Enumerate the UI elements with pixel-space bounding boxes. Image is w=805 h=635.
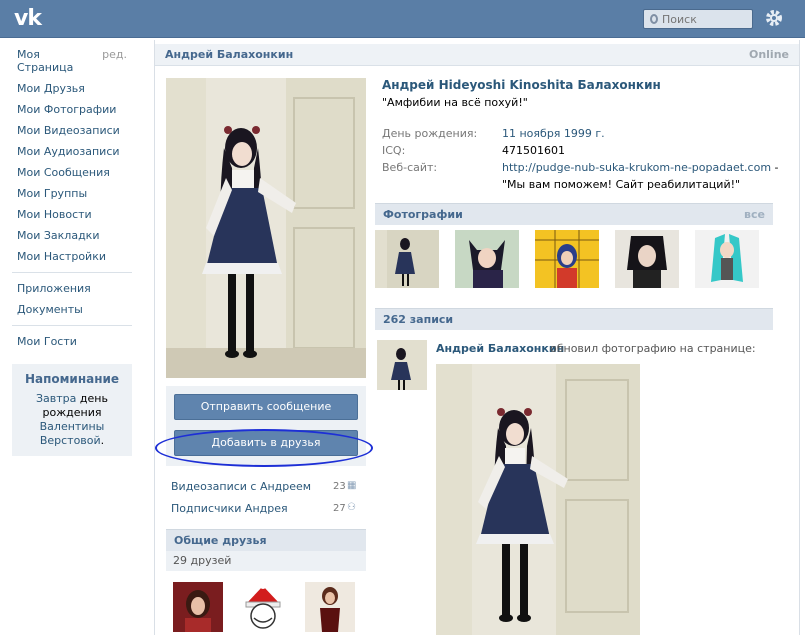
top-bar: vk xyxy=(0,0,805,38)
sidebar-divider xyxy=(12,272,132,273)
info-label: Веб-сайт: xyxy=(382,161,438,174)
sidebar-item-news[interactable]: Мои Новости xyxy=(12,204,132,225)
profile-info: День рождения: 11 ноября 1999 г. ICQ: 47… xyxy=(382,126,782,194)
info-row-site: Веб-сайт: http://pudge-nub-suka-krukom-n… xyxy=(382,160,782,176)
wall-header[interactable]: 262 записи xyxy=(375,308,773,330)
site-value: http://pudge-nub-suka-krukom-ne-popadaet… xyxy=(502,160,779,176)
sidebar-item-audio[interactable]: Мои Аудиозаписи xyxy=(12,141,132,162)
search-box[interactable] xyxy=(643,9,753,29)
post-author-avatar[interactable] xyxy=(377,340,427,390)
post-photo[interactable] xyxy=(436,364,640,635)
info-row-site-quote: "Мы вам поможем! Сайт реабилитаций!" xyxy=(382,177,782,193)
reminder-tomorrow-link[interactable]: Завтра xyxy=(36,392,76,405)
friend-photo[interactable] xyxy=(305,582,355,632)
users-icon: ⚇ xyxy=(347,502,356,513)
site-link[interactable]: http://pudge-nub-suka-krukom-ne-popadaet… xyxy=(502,161,771,174)
friend-photo[interactable] xyxy=(173,582,223,632)
photos-strip xyxy=(375,230,775,288)
site-quote: "Мы вам поможем! Сайт реабилитаций!" xyxy=(502,178,741,191)
gear-icon[interactable] xyxy=(764,8,784,28)
photos-all-link[interactable]: все xyxy=(744,208,765,221)
mutual-friends-header[interactable]: Общие друзья xyxy=(166,529,366,551)
site-dash: - xyxy=(774,161,779,174)
post-author-link[interactable]: Андрей Балахонкин xyxy=(436,342,564,355)
reminder-box: Напоминание Завтра день рождения Валенти… xyxy=(12,364,132,456)
search-icon xyxy=(650,14,658,24)
sidebar-item-guests[interactable]: Мои Гости xyxy=(12,331,132,352)
edit-link[interactable]: ред. xyxy=(97,44,132,78)
friends-count[interactable]: 29 друзей xyxy=(166,551,366,571)
profile-full-name: Андрей Hideyoshi Kinoshita Балахонкин xyxy=(382,78,661,92)
sidebar-item-messages[interactable]: Мои Сообщения xyxy=(12,162,132,183)
profile-header-name: Андрей Балахонкин xyxy=(165,48,294,61)
profile-photo[interactable] xyxy=(166,78,366,378)
sidebar-item-label[interactable]: Моя Страница xyxy=(12,44,97,78)
sidebar-item-docs[interactable]: Документы xyxy=(12,299,132,320)
photos-header[interactable]: Фотографии все xyxy=(375,203,773,225)
subscribers-count: 27 xyxy=(333,503,346,514)
profile-page: Андрей Балахонкин Online Отправить сообщ… xyxy=(154,40,800,635)
wall-count: 262 записи xyxy=(383,313,454,326)
videos-with-link[interactable]: Видеозаписи с Андреем xyxy=(171,480,311,493)
sidebar-item-photos[interactable]: Мои Фотографии xyxy=(12,99,132,120)
birthday-link[interactable]: 11 ноября 1999 г. xyxy=(502,126,605,142)
info-label: ICQ: xyxy=(382,144,406,157)
reminder-title: Напоминание xyxy=(24,372,120,386)
sidebar-item-friends[interactable]: Мои Друзья xyxy=(12,78,132,99)
profile-status[interactable]: "Амфибии на всё похуй!" xyxy=(382,96,528,109)
send-message-button[interactable]: Отправить сообщение xyxy=(174,394,358,420)
photos-title: Фотографии xyxy=(383,208,463,221)
photo-thumb[interactable] xyxy=(375,230,439,288)
online-status: Online xyxy=(748,48,789,61)
reminder-dot: . xyxy=(100,434,105,447)
sidebar-item-settings[interactable]: Мои Настройки xyxy=(12,246,132,267)
photo-thumb[interactable] xyxy=(535,230,599,288)
profile-header: Андрей Балахонкин Online xyxy=(155,44,799,66)
mutual-friends-title: Общие друзья xyxy=(174,534,267,547)
sidebar-item-videos[interactable]: Мои Видеозаписи xyxy=(12,120,132,141)
subscribers-link[interactable]: Подписчики Андрея xyxy=(171,502,288,515)
videos-count: 23 xyxy=(333,481,346,492)
vk-logo[interactable]: vk xyxy=(14,6,42,31)
reminder-text: Завтра день рождения Валентины Верстовой… xyxy=(18,392,126,448)
sidebar-item-groups[interactable]: Мои Группы xyxy=(12,183,132,204)
add-friend-button[interactable]: Добавить в друзья xyxy=(174,430,358,456)
reminder-person-link[interactable]: Валентины Верстовой xyxy=(40,420,105,447)
post-action-text: обновил фотографию на странице: xyxy=(550,342,756,355)
photo-thumb[interactable] xyxy=(615,230,679,288)
video-icon: ▦ xyxy=(347,480,357,491)
photo-thumb[interactable] xyxy=(695,230,759,288)
sidebar-item-bookmarks[interactable]: Мои Закладки xyxy=(12,225,132,246)
search-input[interactable] xyxy=(662,12,752,26)
sidebar-item-my-page: Моя Страница ред. xyxy=(12,44,132,78)
info-label: День рождения: xyxy=(382,127,478,140)
friend-photo[interactable] xyxy=(238,582,288,632)
sidebar-divider xyxy=(12,325,132,326)
photo-thumb[interactable] xyxy=(455,230,519,288)
info-row-birthday: День рождения: 11 ноября 1999 г. xyxy=(382,126,782,142)
info-row-icq: ICQ: 471501601 xyxy=(382,143,782,159)
sidebar-item-apps[interactable]: Приложения xyxy=(12,278,132,299)
icq-value: 471501601 xyxy=(502,144,565,157)
sidebar: Моя Страница ред. Мои Друзья Мои Фотогра… xyxy=(12,44,132,456)
